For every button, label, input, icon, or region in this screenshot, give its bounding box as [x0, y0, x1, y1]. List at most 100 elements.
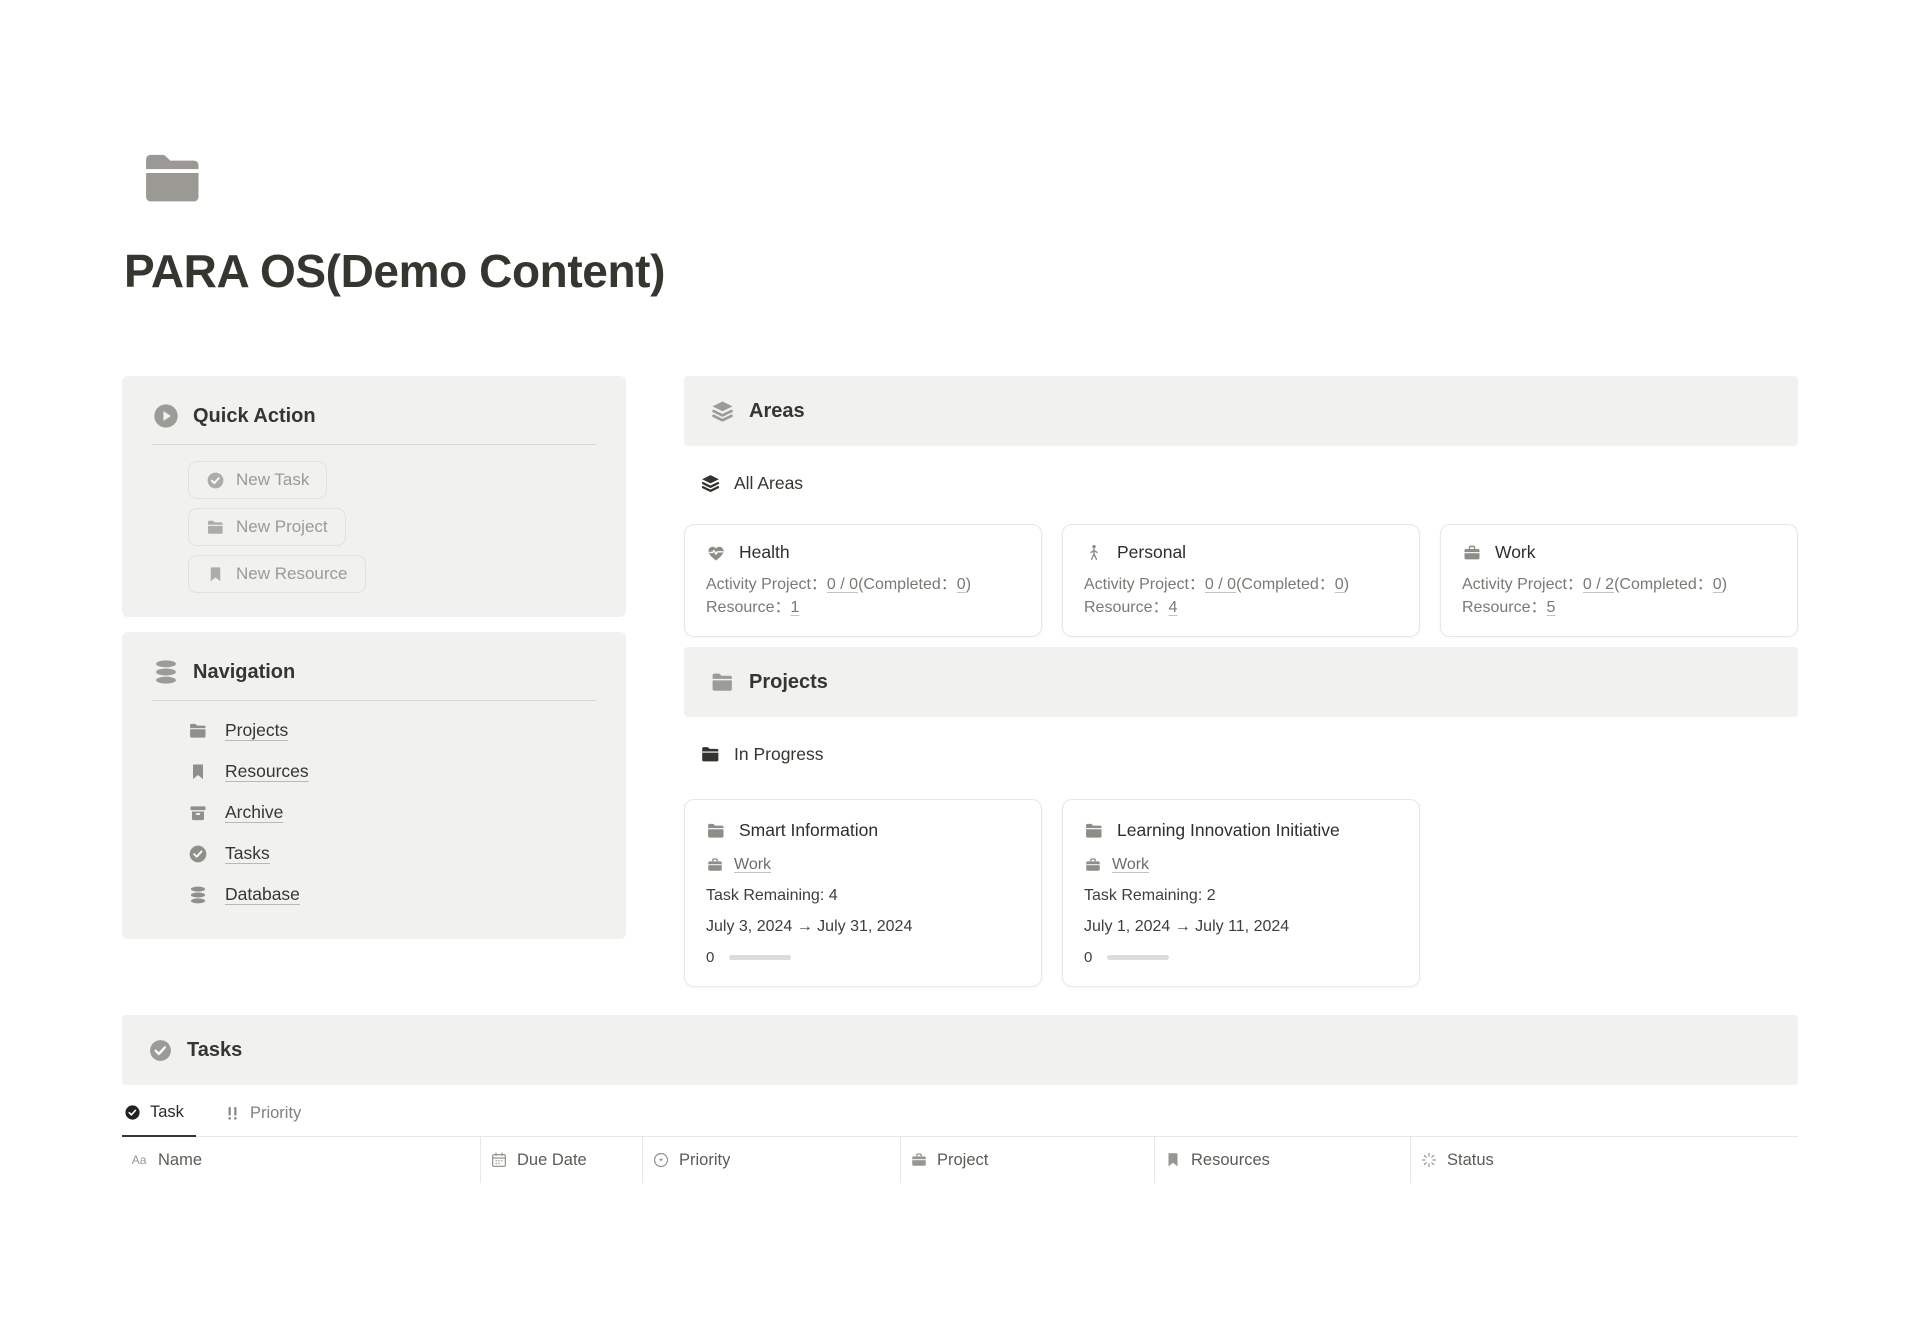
- folder-icon[interactable]: [134, 145, 212, 213]
- new-task-button[interactable]: New Task: [188, 461, 327, 499]
- area-card-work[interactable]: Work Activity Project：0 / 2(Completed：0)…: [1440, 524, 1798, 637]
- column-label: Priority: [679, 1151, 730, 1170]
- column-label: Project: [937, 1151, 988, 1170]
- project-area-link[interactable]: Work: [1112, 856, 1149, 874]
- project-card-smart-information[interactable]: Smart Information Work Task Remaining: 4…: [684, 799, 1042, 987]
- completed-close: ): [1344, 576, 1349, 593]
- column-header-name[interactable]: Aa Name: [122, 1137, 480, 1183]
- nav-item-database[interactable]: Database: [188, 874, 596, 915]
- bookmark-icon: [188, 762, 208, 782]
- archive-icon: [188, 803, 208, 823]
- text-icon: Aa: [131, 1151, 149, 1169]
- new-project-label: New Project: [236, 517, 328, 537]
- project-card-learning-innovation[interactable]: Learning Innovation Initiative Work Task…: [1062, 799, 1420, 987]
- areas-section-header: Areas: [684, 376, 1798, 446]
- page-container: PARA OS(Demo Content) Quick Action New T…: [122, 145, 1798, 1183]
- bookmark-icon: [206, 565, 225, 584]
- nav-link-archive[interactable]: Archive: [225, 802, 283, 823]
- projects-section-title: Projects: [749, 671, 828, 694]
- project-dates: July 3, 2024 → July 31, 2024: [706, 918, 1020, 936]
- progress-bar: [1107, 955, 1169, 960]
- active-projects-link[interactable]: 0 / 0: [827, 576, 858, 593]
- nav-link-database[interactable]: Database: [225, 884, 300, 905]
- nav-link-projects[interactable]: Projects: [225, 720, 288, 741]
- project-area-link[interactable]: Work: [734, 856, 771, 874]
- tasks-section-header: Tasks: [122, 1015, 1798, 1085]
- check-circle-icon: [188, 844, 208, 864]
- folder-icon: [710, 670, 735, 695]
- nav-link-tasks[interactable]: Tasks: [225, 843, 270, 864]
- tasks-section: Tasks Task Priority Aa Name Due Date: [122, 1015, 1798, 1183]
- tab-priority-label: Priority: [250, 1104, 301, 1123]
- areas-section-title: Areas: [749, 400, 805, 423]
- completed-projects-link[interactable]: 0: [957, 576, 966, 593]
- resource-count-link[interactable]: 4: [1168, 599, 1177, 616]
- new-task-label: New Task: [236, 470, 309, 490]
- navigation-title: Navigation: [193, 661, 295, 684]
- all-areas-group[interactable]: All Areas: [700, 468, 1798, 498]
- activity-label: Activity Project：: [1462, 576, 1583, 593]
- area-card-stats: Activity Project：0 / 0(Completed：0) Reso…: [706, 573, 1020, 619]
- folder-icon: [706, 821, 726, 841]
- completed-label: (Completed：: [1236, 576, 1335, 593]
- resource-count-link[interactable]: 5: [1546, 599, 1555, 616]
- card-title-row: Work: [1462, 542, 1776, 563]
- area-card-name: Health: [739, 542, 790, 563]
- tab-priority[interactable]: Priority: [222, 1098, 313, 1136]
- navigation-callout: Navigation Projects Resources Archive: [122, 632, 626, 939]
- heart-pulse-icon: [706, 543, 726, 563]
- progress-row: 0: [706, 949, 1020, 966]
- new-resource-button[interactable]: New Resource: [188, 555, 366, 593]
- progress-row: 0: [1084, 949, 1398, 966]
- resource-count-link[interactable]: 1: [790, 599, 799, 616]
- card-title-row: Personal: [1084, 542, 1398, 563]
- layers-icon: [700, 473, 721, 494]
- briefcase-icon: [1084, 856, 1102, 874]
- column-header-priority[interactable]: Priority: [642, 1137, 900, 1183]
- column-header-project[interactable]: Project: [900, 1137, 1154, 1183]
- bookmark-icon: [1164, 1151, 1182, 1169]
- area-card-personal[interactable]: Personal Activity Project：0 / 0(Complete…: [1062, 524, 1420, 637]
- active-projects-link[interactable]: 0 / 2: [1583, 576, 1614, 593]
- activity-label: Activity Project：: [1084, 576, 1205, 593]
- resource-label: Resource：: [706, 599, 790, 616]
- briefcase-icon: [706, 856, 724, 874]
- project-card-name: Learning Innovation Initiative: [1117, 820, 1340, 841]
- new-project-button[interactable]: New Project: [188, 508, 346, 546]
- card-title-row: Smart Information: [706, 820, 1020, 841]
- area-card-health[interactable]: Health Activity Project：0 / 0(Completed：…: [684, 524, 1042, 637]
- project-area-row: Work: [1084, 856, 1398, 874]
- resource-line: Resource：4: [1084, 596, 1398, 619]
- column-header-status[interactable]: Status: [1410, 1137, 1798, 1183]
- nav-item-tasks[interactable]: Tasks: [188, 833, 596, 874]
- active-projects-link[interactable]: 0 / 0: [1205, 576, 1236, 593]
- column-header-resources[interactable]: Resources: [1154, 1137, 1410, 1183]
- tab-task[interactable]: Task: [122, 1097, 196, 1137]
- area-card-stats: Activity Project：0 / 2(Completed：0) Reso…: [1462, 573, 1776, 619]
- tasks-table-header: Aa Name Due Date Priority Project Resour…: [122, 1137, 1798, 1183]
- check-circle-icon: [124, 1104, 141, 1121]
- nav-link-resources[interactable]: Resources: [225, 761, 309, 782]
- progress-value: 0: [1084, 949, 1092, 966]
- in-progress-group[interactable]: In Progress: [700, 739, 1798, 769]
- activity-label: Activity Project：: [706, 576, 827, 593]
- briefcase-icon: [910, 1151, 928, 1169]
- completed-projects-link[interactable]: 0: [1335, 576, 1344, 593]
- layers-icon: [710, 399, 735, 424]
- nav-item-resources[interactable]: Resources: [188, 751, 596, 792]
- quick-action-callout: Quick Action New Task New Project New Re…: [122, 376, 626, 617]
- completed-projects-link[interactable]: 0: [1713, 576, 1722, 593]
- column-label: Resources: [1191, 1151, 1270, 1170]
- select-icon: [652, 1151, 670, 1169]
- tasks-section-title: Tasks: [187, 1039, 242, 1062]
- activity-line: Activity Project：0 / 0(Completed：0): [1084, 573, 1398, 596]
- task-remaining: Task Remaining: 4: [706, 887, 1020, 905]
- navigation-header: Navigation: [152, 658, 596, 686]
- briefcase-icon: [1462, 543, 1482, 563]
- status-icon: [1420, 1151, 1438, 1169]
- area-card-stats: Activity Project：0 / 0(Completed：0) Reso…: [1084, 573, 1398, 619]
- progress-bar: [729, 955, 791, 960]
- nav-item-archive[interactable]: Archive: [188, 792, 596, 833]
- nav-item-projects[interactable]: Projects: [188, 710, 596, 751]
- column-header-due-date[interactable]: Due Date: [480, 1137, 642, 1183]
